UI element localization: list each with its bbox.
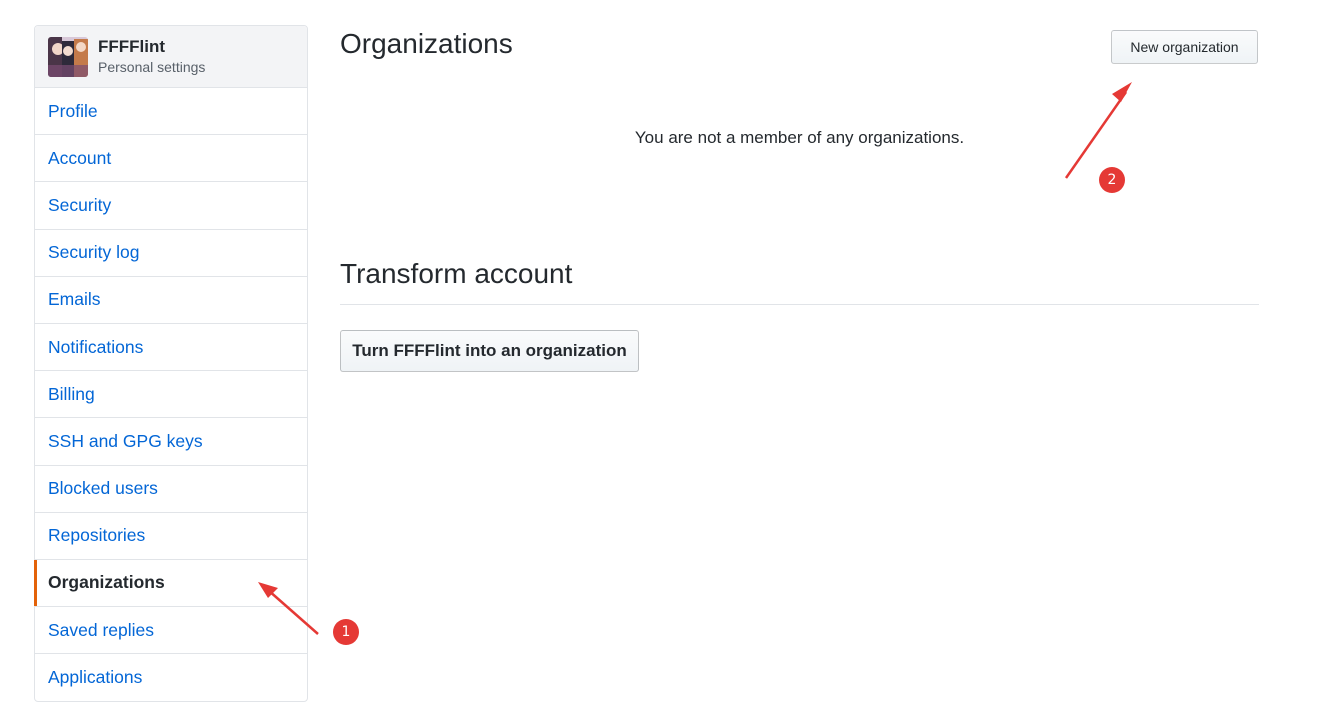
annotation-badge-2: 2 [1099, 167, 1125, 193]
sidebar-item-security-log[interactable]: Security log [35, 230, 307, 277]
sidebar-item-account[interactable]: Account [35, 135, 307, 183]
sidebar-item-notifications[interactable]: Notifications [35, 324, 307, 372]
personal-settings-label: Personal settings [98, 58, 206, 75]
page-title: Organizations [340, 28, 513, 59]
avatar-image [48, 36, 88, 77]
empty-organizations-message: You are not a member of any organization… [634, 128, 965, 147]
annotation-badge-1: 1 [333, 619, 359, 645]
avatar[interactable] [48, 36, 88, 77]
sidebar-item-ssh-gpg-keys[interactable]: SSH and GPG keys [35, 418, 307, 466]
settings-sidebar: FFFFlint Personal settings Profile Accou… [34, 25, 308, 703]
transform-account-button[interactable]: Turn FFFFlint into an organization [340, 330, 639, 372]
sidebar-item-applications[interactable]: Applications [35, 654, 307, 701]
sidebar-item-saved-replies[interactable]: Saved replies [35, 607, 307, 655]
sidebar-item-emails[interactable]: Emails [35, 277, 307, 324]
sidebar-item-repositories[interactable]: Repositories [35, 513, 307, 560]
sidebar-item-profile[interactable]: Profile [35, 88, 307, 136]
transform-account-title: Transform account [340, 258, 1259, 305]
sidebar-item-organizations[interactable]: Organizations [34, 559, 307, 608]
sidebar-item-blocked-users[interactable]: Blocked users [35, 466, 307, 513]
sidebar-item-billing[interactable]: Billing [35, 371, 307, 419]
sidebar-header: FFFFlint Personal settings [35, 26, 307, 88]
new-organization-button[interactable]: New organization [1111, 30, 1258, 64]
username[interactable]: FFFFlint [98, 37, 205, 57]
sidebar-item-security[interactable]: Security [35, 182, 307, 230]
